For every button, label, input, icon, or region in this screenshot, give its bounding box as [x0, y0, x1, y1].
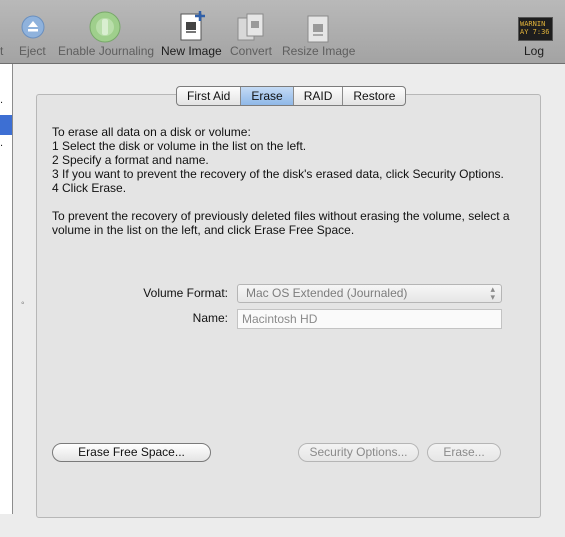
- log-button-label[interactable]: Log: [524, 44, 544, 58]
- tab-first-aid[interactable]: First Aid: [177, 87, 242, 105]
- security-options-button[interactable]: Security Options...: [298, 443, 419, 462]
- sidebar-row-selected[interactable]: [0, 115, 12, 135]
- free-space-instruction-line: volume in the list on the left, and clic…: [52, 223, 355, 237]
- log-icon-text-line: WARNIN: [520, 20, 546, 28]
- new-image-icon[interactable]: [178, 9, 208, 48]
- resize-image-button-label[interactable]: Resize Image: [282, 44, 355, 58]
- enable-journaling-button-label[interactable]: Enable Journaling: [58, 44, 154, 58]
- toolbar-cut-off-label: t: [0, 44, 4, 58]
- tab-raid[interactable]: RAID: [294, 87, 344, 105]
- instruction-line: 1 Select the disk or volume in the list …: [52, 139, 307, 153]
- erase-instructions: To erase all data on a disk or volume: 1…: [52, 125, 532, 237]
- tab-restore[interactable]: Restore: [343, 87, 405, 105]
- convert-button-label[interactable]: Convert: [230, 44, 272, 58]
- toolbar: t Eject Enable Journaling New Image Conv…: [0, 0, 565, 64]
- sidebar-row[interactable]: .: [0, 137, 12, 157]
- name-label: Name:: [192, 311, 228, 325]
- tab-bar: First Aid Erase RAID Restore: [176, 86, 407, 106]
- sidebar-row-text: .: [0, 137, 4, 149]
- instruction-line: 4 Click Erase.: [52, 181, 127, 195]
- sidebar-row[interactable]: .: [0, 94, 12, 114]
- splitter-handle[interactable]: ◦: [21, 298, 25, 309]
- select-arrows-icon: ▴ ▾: [490, 284, 495, 302]
- volume-format-select[interactable]: Mac OS Extended (Journaled) ▴ ▾: [237, 284, 502, 303]
- disk-list-sidebar[interactable]: . .: [0, 64, 13, 514]
- eject-button-label[interactable]: Eject: [19, 44, 46, 58]
- instruction-line: 2 Specify a format and name.: [52, 153, 209, 167]
- instruction-line: To erase all data on a disk or volume:: [52, 125, 251, 139]
- erase-button[interactable]: Erase...: [427, 443, 501, 462]
- new-image-button-label[interactable]: New Image: [161, 44, 222, 58]
- volume-format-value: Mac OS Extended (Journaled): [246, 286, 408, 300]
- log-icon[interactable]: WARNIN AY 7:36 I: [518, 17, 553, 41]
- free-space-instruction-line: To prevent the recovery of previously de…: [52, 209, 510, 223]
- log-icon-text-line: AY 7:36 I: [520, 28, 552, 36]
- erase-free-space-button[interactable]: Erase Free Space...: [52, 443, 211, 462]
- volume-name-value: Macintosh HD: [242, 312, 318, 326]
- volume-name-field[interactable]: Macintosh HD: [237, 309, 502, 329]
- instruction-line: 3 If you want to prevent the recovery of…: [52, 167, 504, 181]
- eject-icon[interactable]: [20, 14, 46, 45]
- sidebar-row-text: .: [0, 94, 4, 106]
- tab-erase[interactable]: Erase: [241, 87, 294, 105]
- volume-format-label: Volume Format:: [143, 286, 228, 300]
